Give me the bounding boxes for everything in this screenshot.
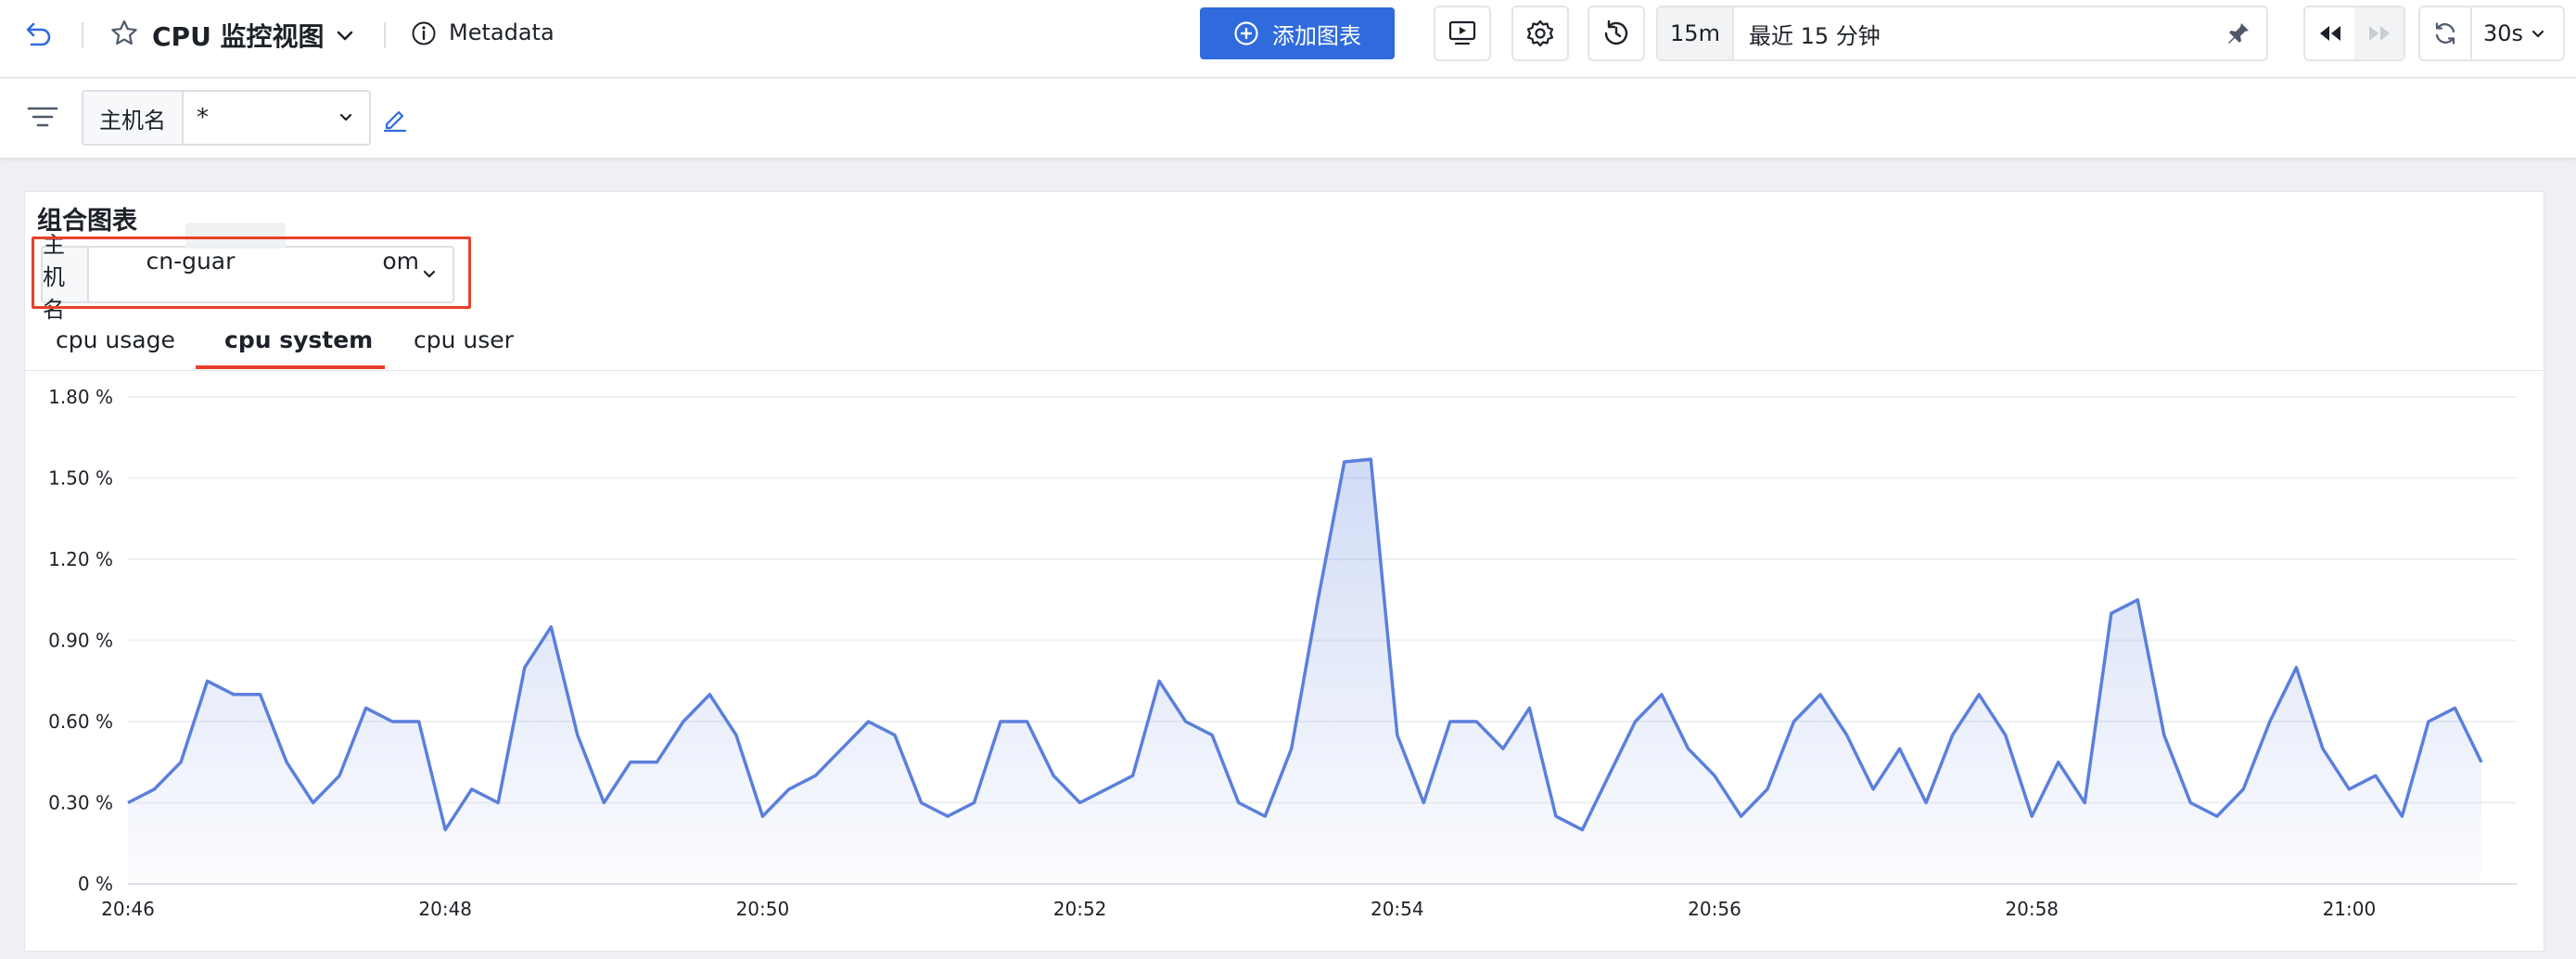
back-icon[interactable]: [24, 19, 54, 48]
auto-refresh-control: 30s: [2418, 6, 2565, 61]
y-tick-label: 1.50 %: [48, 467, 113, 490]
x-tick-label: 20:58: [2005, 898, 2059, 920]
star-icon[interactable]: [109, 19, 139, 48]
metadata-link[interactable]: Metadata: [449, 19, 555, 45]
tab-cpu-system[interactable]: cpu system: [224, 326, 373, 353]
tab-cpu-user[interactable]: cpu user: [414, 326, 514, 353]
x-tick-label: 20:48: [418, 898, 472, 920]
refresh-icon[interactable]: [2420, 7, 2472, 59]
toolbar-divider: [384, 22, 386, 48]
pin-icon[interactable]: [2211, 20, 2266, 46]
refresh-interval-select[interactable]: 30s: [2472, 20, 2547, 46]
plus-circle-icon: [1233, 20, 1259, 46]
dashboard-title[interactable]: CPU 监控视图: [152, 17, 325, 54]
settings-button[interactable]: [1511, 6, 1569, 61]
x-tick-label: 20:54: [1371, 898, 1424, 920]
x-tick-label: 20:52: [1053, 898, 1107, 920]
time-range-label[interactable]: 最近 15 分钟: [1734, 18, 2211, 50]
active-tab-indicator: [196, 365, 385, 369]
host-filter-label: 主机名: [83, 92, 184, 144]
rewind-icon: [2316, 22, 2344, 45]
monitor-play-icon: [1447, 19, 1477, 48]
time-range-picker[interactable]: 15m 最近 15 分钟: [1656, 6, 2268, 61]
history-icon: [1601, 19, 1631, 48]
x-tick-label: 20:46: [101, 898, 155, 920]
chevron-down-icon: [336, 108, 356, 128]
refresh-interval-value: 30s: [2483, 20, 2524, 46]
fast-forward-icon: [2366, 22, 2393, 45]
time-range-short[interactable]: 15m: [1658, 7, 1734, 59]
time-back-button[interactable]: [2305, 7, 2354, 59]
y-tick-label: 1.20 %: [48, 548, 113, 570]
host-filter-value: *: [197, 104, 209, 132]
filter-icon[interactable]: [26, 102, 59, 132]
add-chart-label: 添加图表: [1272, 22, 1361, 49]
toolbar-divider: [82, 22, 83, 48]
tab-cpu-usage[interactable]: cpu usage: [56, 326, 175, 353]
chevron-down-icon[interactable]: [332, 22, 358, 48]
y-tick-label: 0.30 %: [48, 792, 113, 814]
time-forward-button[interactable]: [2354, 7, 2404, 59]
y-tick-label: 1.80 %: [48, 386, 113, 408]
host-filter-field[interactable]: 主机名 *: [82, 90, 371, 146]
gear-icon: [1525, 19, 1555, 48]
time-navigation: [2303, 6, 2405, 61]
x-tick-label: 20:56: [1688, 898, 1741, 920]
edit-icon[interactable]: [380, 104, 410, 134]
y-tick-label: 0.90 %: [48, 630, 113, 652]
info-icon[interactable]: [411, 20, 437, 46]
history-button[interactable]: [1588, 6, 1645, 61]
x-tick-label: 21:00: [2323, 898, 2377, 920]
y-tick-label: 0.60 %: [48, 710, 113, 733]
cpu-system-chart: 0 %0.30 %0.60 %0.90 %1.20 %1.50 %1.80 % …: [48, 386, 2517, 920]
host-filter-select[interactable]: *: [184, 92, 369, 144]
add-chart-button[interactable]: 添加图表: [1200, 7, 1395, 59]
highlight-box: [32, 237, 471, 309]
chevron-down-icon: [2529, 24, 2547, 43]
x-tick-label: 20:50: [736, 898, 790, 920]
y-tick-label: 0 %: [78, 873, 113, 895]
chart-tabs: [24, 315, 2544, 371]
present-button[interactable]: [1434, 6, 1491, 61]
